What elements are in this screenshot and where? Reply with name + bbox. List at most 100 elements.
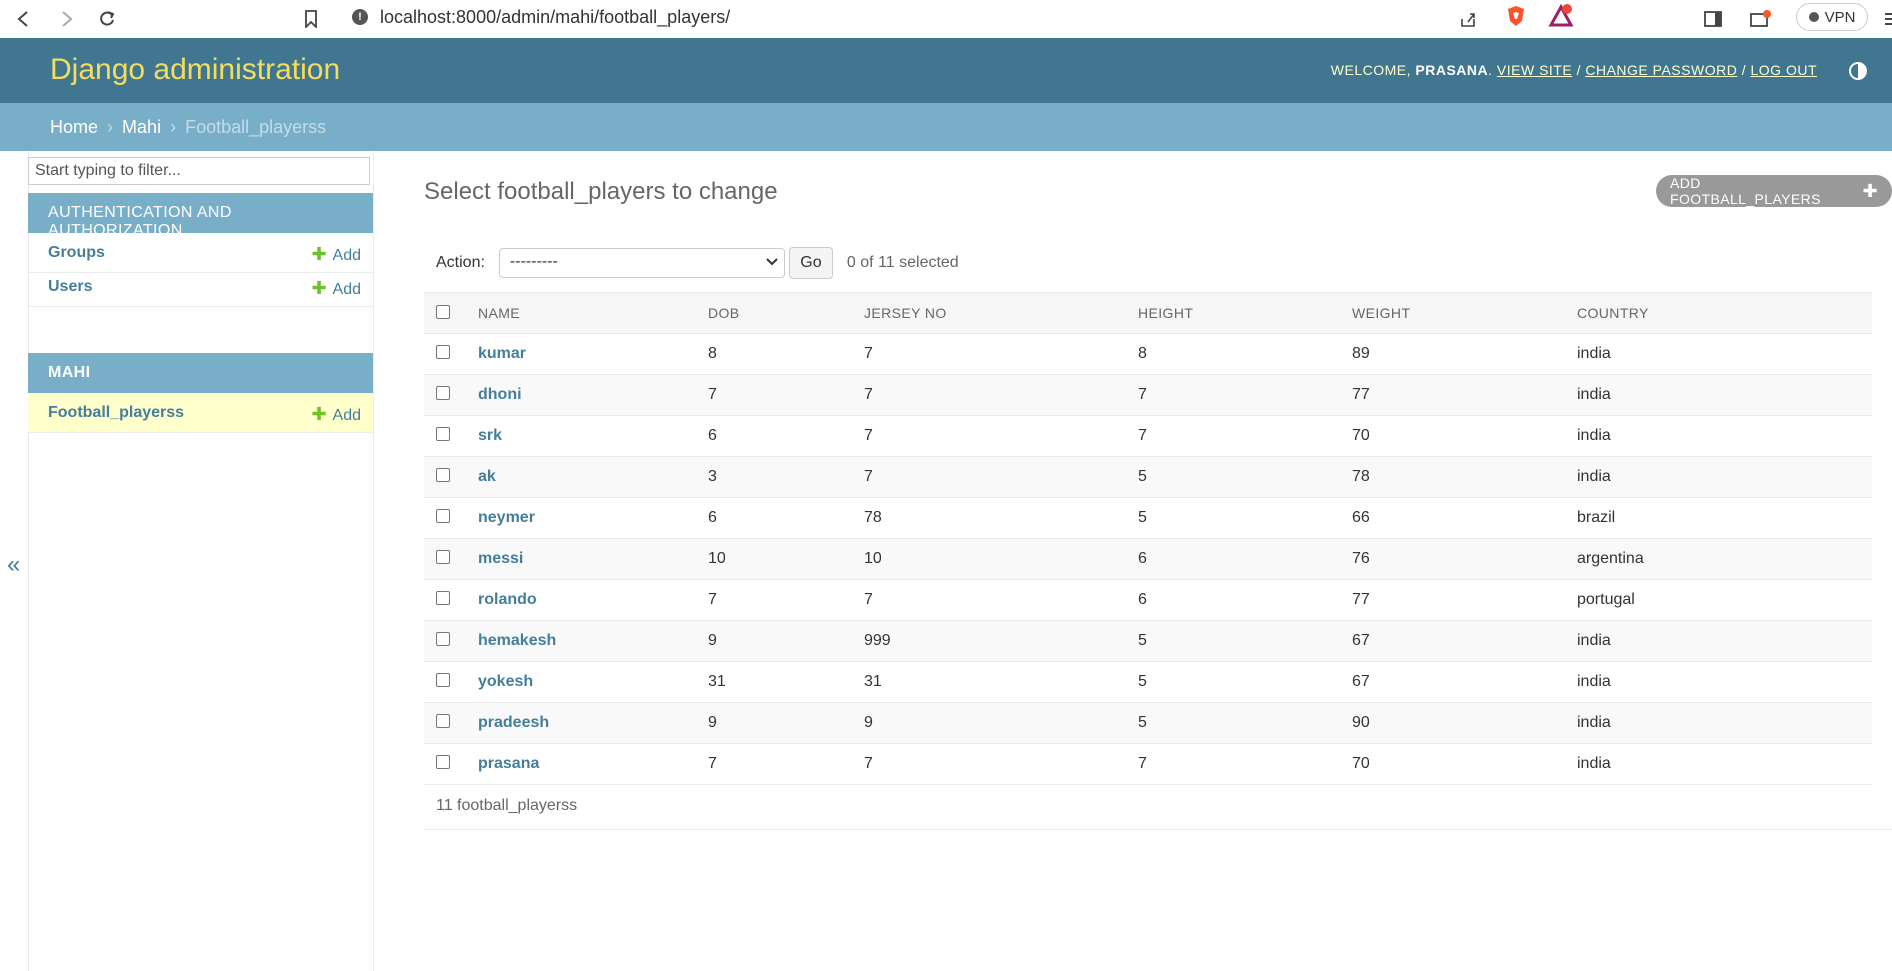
brave-rewards-icon[interactable] xyxy=(1548,3,1574,28)
row-checkbox[interactable] xyxy=(436,344,450,359)
sidebar-panel-icon[interactable] xyxy=(1700,6,1726,32)
reload-icon[interactable] xyxy=(94,6,120,32)
player-link[interactable]: messi xyxy=(478,550,523,567)
nav-filter-input[interactable] xyxy=(28,157,370,185)
chevron-down-icon xyxy=(766,255,778,270)
player-link[interactable]: dhoni xyxy=(478,386,522,403)
add-football-players-button[interactable]: ADD FOOTBALL_PLAYERS ✚ xyxy=(1656,175,1892,207)
cell-weight: 70 xyxy=(1352,743,1577,785)
table-row: kumar 8 7 8 89 india xyxy=(424,333,1872,375)
breadcrumb-app[interactable]: Mahi xyxy=(122,117,161,137)
cell-height: 5 xyxy=(1138,661,1352,703)
row-checkbox[interactable] xyxy=(436,631,450,646)
column-header-weight[interactable]: WEIGHT xyxy=(1352,292,1577,334)
change-password-link[interactable]: CHANGE PASSWORD xyxy=(1585,62,1737,78)
nav-sidebar: AUTHENTICATION AND AUTHORIZATION Groups … xyxy=(28,151,374,971)
cell-name: kumar xyxy=(478,333,708,375)
player-link[interactable]: srk xyxy=(478,427,502,444)
player-link[interactable]: rolando xyxy=(478,591,537,608)
row-checkbox[interactable] xyxy=(436,385,450,400)
username: PRASANA xyxy=(1415,62,1489,78)
vpn-label: VPN xyxy=(1824,8,1856,26)
log-out-link[interactable]: LOG OUT xyxy=(1750,62,1817,78)
site-info-icon[interactable]: ! xyxy=(352,9,368,25)
row-select-cell xyxy=(424,620,478,662)
menu-icon[interactable] xyxy=(1876,6,1892,32)
app-caption-auth[interactable]: AUTHENTICATION AND AUTHORIZATION xyxy=(28,193,373,239)
row-select-cell xyxy=(424,456,478,498)
cell-name: rolando xyxy=(478,579,708,621)
cell-height: 7 xyxy=(1138,743,1352,785)
cell-height: 5 xyxy=(1138,620,1352,662)
cell-country: india xyxy=(1577,743,1872,785)
plus-icon: ✚ xyxy=(1862,180,1878,201)
browser-toolbar: ! localhost:8000/admin/mahi/football_pla… xyxy=(0,0,1892,39)
column-header-jersey-no[interactable]: JERSEY NO xyxy=(864,292,1138,334)
plus-icon: ✚ xyxy=(311,404,327,424)
action-select[interactable]: --------- xyxy=(498,248,785,278)
select-all-checkbox[interactable] xyxy=(436,304,450,319)
add-label: Add xyxy=(332,407,361,424)
row-checkbox[interactable] xyxy=(436,713,450,728)
view-site-link[interactable]: VIEW SITE xyxy=(1497,62,1572,78)
table-row: hemakesh 9 999 5 67 india xyxy=(424,620,1872,662)
row-select-cell xyxy=(424,702,478,744)
player-link[interactable]: neymer xyxy=(478,509,535,526)
breadcrumb-home[interactable]: Home xyxy=(50,117,98,137)
cell-weight: 67 xyxy=(1352,620,1577,662)
wallet-icon[interactable] xyxy=(1748,6,1774,32)
row-checkbox[interactable] xyxy=(436,549,450,564)
toggle-sidebar-button[interactable]: « xyxy=(0,151,29,971)
paginator: 11 football_playerss xyxy=(424,783,1892,830)
forward-icon[interactable] xyxy=(54,6,80,32)
table-row: prasana 7 7 7 70 india xyxy=(424,743,1872,785)
go-button[interactable]: Go xyxy=(788,247,833,279)
table-row: messi 10 10 6 76 argentina xyxy=(424,538,1872,580)
app-caption-mahi[interactable]: MAHI xyxy=(28,353,373,393)
column-header-dob[interactable]: DOB xyxy=(708,292,864,334)
table-row: neymer 6 78 5 66 brazil xyxy=(424,497,1872,539)
player-link[interactable]: yokesh xyxy=(478,673,533,690)
brave-shield-icon[interactable] xyxy=(1504,4,1528,28)
vpn-button[interactable]: VPN xyxy=(1796,3,1868,31)
back-icon[interactable] xyxy=(10,6,36,32)
cell-country: india xyxy=(1577,456,1872,498)
row-select-cell xyxy=(424,743,478,785)
model-link-users[interactable]: Users xyxy=(48,278,92,296)
site-brand[interactable]: Django administration xyxy=(50,53,340,87)
cell-country: india xyxy=(1577,620,1872,662)
plus-icon: ✚ xyxy=(311,244,327,264)
add-users-link[interactable]: ✚ Add xyxy=(311,278,361,299)
table-row: ak 3 7 5 78 india xyxy=(424,456,1872,498)
cell-name: ak xyxy=(478,456,708,498)
column-header-country[interactable]: COUNTRY xyxy=(1577,292,1872,334)
address-bar[interactable]: ! localhost:8000/admin/mahi/football_pla… xyxy=(340,2,1580,32)
cell-weight: 77 xyxy=(1352,579,1577,621)
model-link-groups[interactable]: Groups xyxy=(48,244,105,262)
row-checkbox[interactable] xyxy=(436,426,450,441)
player-link[interactable]: kumar xyxy=(478,345,526,362)
cell-jersey-no: 7 xyxy=(864,743,1138,785)
collapse-icon: « xyxy=(7,551,21,578)
row-checkbox[interactable] xyxy=(436,754,450,769)
column-header-name[interactable]: NAME xyxy=(478,292,708,334)
row-checkbox[interactable] xyxy=(436,672,450,687)
player-link[interactable]: hemakesh xyxy=(478,632,556,649)
add-football-playerss-link[interactable]: ✚ Add xyxy=(311,404,361,425)
bookmark-icon[interactable] xyxy=(298,6,324,32)
cell-dob: 6 xyxy=(708,497,864,539)
row-checkbox[interactable] xyxy=(436,467,450,482)
row-checkbox[interactable] xyxy=(436,590,450,605)
theme-toggle-icon[interactable] xyxy=(1849,62,1867,80)
player-link[interactable]: pradeesh xyxy=(478,714,549,731)
cell-weight: 89 xyxy=(1352,333,1577,375)
row-checkbox[interactable] xyxy=(436,508,450,523)
player-link[interactable]: ak xyxy=(478,468,496,485)
row-select-cell xyxy=(424,661,478,703)
column-header-height[interactable]: HEIGHT xyxy=(1138,292,1352,334)
model-link-football-playerss[interactable]: Football_playerss xyxy=(48,404,184,422)
add-groups-link[interactable]: ✚ Add xyxy=(311,244,361,265)
share-icon[interactable] xyxy=(1455,6,1481,32)
cell-name: prasana xyxy=(478,743,708,785)
player-link[interactable]: prasana xyxy=(478,755,539,772)
